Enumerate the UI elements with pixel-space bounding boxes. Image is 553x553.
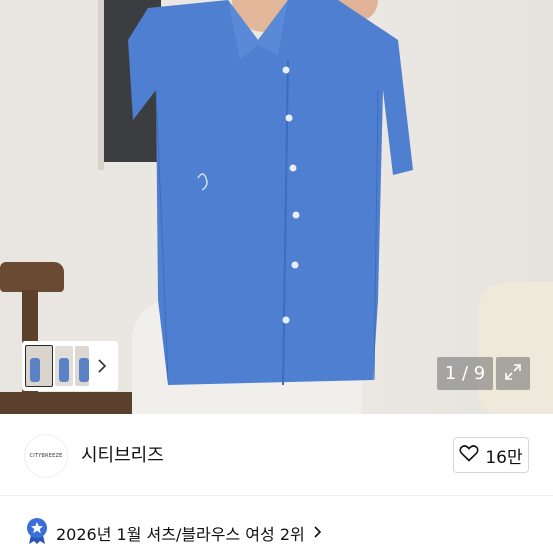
expand-button[interactable] [496,357,530,390]
like-count: 16만 [485,447,523,468]
shop-logo[interactable]: CITYBREEZE [24,434,68,478]
product-image[interactable]: 1 / 9 [0,0,553,414]
chair-back [0,262,64,292]
cushion [478,282,553,414]
thumbnail-strip[interactable] [22,341,118,391]
expand-icon [503,362,523,386]
chevron-right-icon[interactable] [97,359,107,373]
section-divider [0,495,553,496]
award-badge-icon [26,517,48,549]
image-counter: 1 / 9 [437,357,493,390]
thumbnail-2[interactable] [55,346,73,386]
chevron-right-icon [313,524,323,543]
thumbnail-1[interactable] [25,345,53,387]
ranking-link[interactable]: 2026년 1월 셔츠/블라우스 여성 2위 [26,517,323,549]
background-edge [98,0,104,170]
thumbnail-3[interactable] [75,346,89,386]
like-button[interactable]: 16만 [453,437,529,473]
shop-logo-text: CITYBREEZE [29,453,63,459]
heart-outline-icon [459,444,479,466]
chair-seat [0,392,135,414]
ranking-text: 2026년 1월 셔츠/블라우스 여성 2위 [56,525,305,544]
shirt-illustration [128,0,413,386]
shop-name[interactable]: 시티브리즈 [81,441,164,467]
